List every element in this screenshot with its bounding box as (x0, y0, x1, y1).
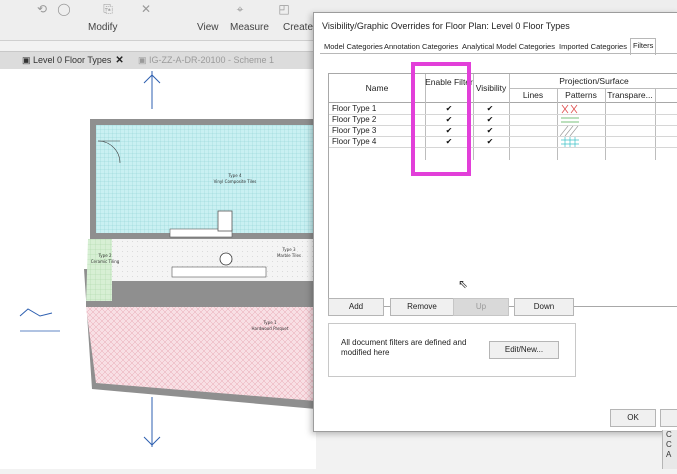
tab-imported-categories[interactable]: Imported Categories (557, 40, 629, 54)
visibility-graphic-dialog: Visibility/Graphic Overrides for Floor P… (313, 12, 677, 432)
filter-name: Floor Type 4 (332, 137, 377, 146)
tab-panel-divider (320, 53, 677, 54)
floor-plan-drawing: Type 4 Vinyl Composite Tiles Type 3 Marb… (19, 71, 316, 447)
pattern-swatch-cross-red[interactable] (560, 104, 580, 114)
create-tool-icon[interactable]: ◰ (276, 2, 292, 16)
visibility-checkbox[interactable]: ✔ (486, 116, 494, 124)
tab-analytical-model-categories[interactable]: Analytical Model Categories (460, 40, 557, 54)
visibility-checkbox[interactable]: ✔ (486, 138, 494, 146)
ribbon-label-create[interactable]: Create (283, 22, 313, 33)
remove-button[interactable]: Remove (390, 298, 454, 316)
visibility-checkbox[interactable]: ✔ (486, 105, 494, 113)
cancel-button-partial[interactable] (660, 409, 677, 427)
filters-info-box: All document filters are defined and mod… (328, 323, 576, 377)
room-tag-sub: Hardwood Parquet (252, 326, 289, 331)
modify-tool-icon[interactable]: ⟲ (34, 2, 50, 16)
column-header-transparency[interactable]: Transpare... (605, 90, 655, 101)
tab-label: IG-ZZ-A-DR-20100 - Scheme 1 (149, 55, 275, 65)
view-tab-bar: ▣ Level 0 Floor Types ✕ ▣ IG-ZZ-A-DR-2010… (0, 51, 316, 70)
table-row[interactable]: Floor Type 4 ✔ ✔ (329, 137, 677, 148)
column-header-lines[interactable]: Lines (509, 90, 557, 101)
column-header-projection-surface: Projection/Surface (559, 76, 629, 86)
filter-name: Floor Type 1 (332, 104, 377, 113)
ok-button[interactable]: OK (610, 409, 656, 427)
column-header-visibility[interactable]: Visibility (471, 83, 511, 94)
tab-label: Level 0 Floor Types (33, 55, 112, 65)
measure-tool-icon[interactable]: ⌖ (232, 2, 248, 16)
panel-letter: A (666, 450, 672, 459)
filter-name: Floor Type 2 (332, 115, 377, 124)
pattern-swatch-diagonal-gray[interactable] (560, 126, 580, 136)
filters-info-text: All document filters are defined and mod… (341, 338, 467, 357)
edit-new-button[interactable]: Edit/New... (489, 341, 559, 359)
sheet-icon: ▣ (138, 55, 150, 65)
properties-panel-edge: C C A (662, 430, 677, 469)
room-tag-title: Type 2 (97, 253, 111, 258)
room-tag-title: Type 3 (281, 247, 295, 252)
delete-tool-icon[interactable]: ✕ (138, 2, 154, 16)
room-tag-sub: Vinyl Composite Tiles (214, 179, 257, 184)
filters-table: Name Enable Filter Visibility Projection… (328, 73, 677, 307)
dialog-title: Visibility/Graphic Overrides for Floor P… (322, 21, 570, 31)
visibility-checkbox[interactable]: ✔ (486, 127, 494, 135)
room-tag-title: Type 4 (227, 173, 241, 178)
ribbon-label-modify[interactable]: Modify (88, 22, 117, 33)
copy-tool-icon[interactable]: ⎘ (100, 2, 116, 16)
ribbon-label-view[interactable]: View (197, 22, 219, 33)
filter-name: Floor Type 3 (332, 126, 377, 135)
dialog-tab-strip: Model Categories Annotation Categories A… (320, 38, 677, 55)
move-tool-icon[interactable]: ◯ (56, 2, 72, 16)
room-tag-sub: Marble Tiles (277, 253, 301, 258)
room-tag-title: Type 1 (262, 320, 276, 325)
ribbon-label-measure[interactable]: Measure (230, 22, 269, 33)
pattern-swatch-grid-cyan[interactable] (560, 137, 580, 147)
table-row[interactable]: Floor Type 3 ✔ ✔ (329, 126, 677, 137)
enable-filter-highlight (411, 62, 471, 176)
room-tag-sub: Ceramic Tiling (91, 259, 120, 264)
header-divider (509, 88, 677, 89)
mouse-cursor-icon: ⇖ (458, 277, 469, 291)
tab-level-0-floor-types[interactable]: ▣ Level 0 Floor Types ✕ (22, 54, 124, 67)
down-button[interactable]: Down (514, 298, 574, 316)
tab-annotation-categories[interactable]: Annotation Categories (382, 40, 460, 54)
add-button[interactable]: Add (328, 298, 384, 316)
table-row[interactable]: Floor Type 2 ✔ ✔ (329, 115, 677, 126)
close-icon[interactable]: ✕ (115, 55, 123, 66)
column-header-patterns[interactable]: Patterns (557, 90, 605, 101)
panel-letter: C (666, 440, 672, 449)
floor-plan-icon: ▣ (22, 55, 34, 65)
pattern-swatch-lines-green[interactable] (560, 115, 580, 125)
tab-sheet-scheme[interactable]: ▣ IG-ZZ-A-DR-20100 - Scheme 1 (138, 54, 274, 67)
table-row[interactable]: Floor Type 1 ✔ ✔ (329, 104, 677, 115)
up-button[interactable]: Up (453, 298, 509, 316)
panel-letter: C (666, 430, 672, 439)
tab-model-categories[interactable]: Model Categories (322, 40, 385, 54)
drawing-canvas[interactable]: Type 4 Vinyl Composite Tiles Type 3 Marb… (0, 69, 316, 469)
